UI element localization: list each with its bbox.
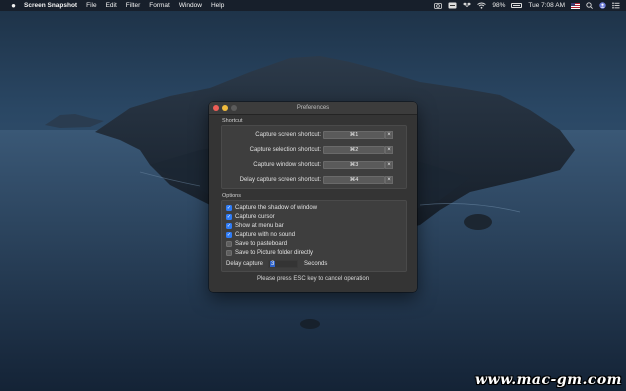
drive-icon[interactable]	[448, 0, 457, 11]
option-label: Show at menu bar	[235, 223, 284, 229]
shortcut-label: Capture window shortcut:	[253, 162, 321, 168]
user-icon[interactable]	[599, 0, 606, 11]
menu-format[interactable]: Format	[149, 0, 170, 11]
shortcut-section-label: Shortcut	[222, 118, 243, 124]
shortcut-label: Capture screen shortcut:	[255, 132, 321, 138]
dropbox-icon[interactable]	[463, 0, 472, 11]
menu-edit[interactable]: Edit	[106, 0, 117, 11]
option-label: Capture the shadow of window	[235, 205, 318, 211]
delay-unit-label: Seconds	[304, 260, 328, 267]
checkbox[interactable]: ✓	[226, 232, 232, 238]
option-no-sound[interactable]: ✓ Capture with no sound	[226, 231, 295, 239]
option-save-picture-folder[interactable]: Save to Picture folder directly	[226, 249, 313, 257]
clear-shortcut-button[interactable]: ×	[385, 176, 393, 184]
checkbox[interactable]: ✓	[226, 214, 232, 220]
option-save-pasteboard[interactable]: Save to pasteboard	[226, 240, 287, 248]
option-show-menu-bar[interactable]: ✓ Show at menu bar	[226, 222, 284, 230]
checkbox[interactable]: ✓	[226, 205, 232, 211]
shortcut-row-delay: Delay capture screen shortcut: ⌘4 ×	[222, 176, 408, 185]
shortcut-label: Capture selection shortcut:	[249, 147, 321, 153]
shortcut-group: Capture screen shortcut: ⌘1 × Capture se…	[221, 125, 407, 189]
battery-icon[interactable]	[511, 0, 523, 11]
option-label: Save to Picture folder directly	[235, 250, 314, 256]
preferences-window: Preferences Shortcut Capture screen shor…	[209, 102, 417, 292]
clear-shortcut-button[interactable]: ×	[385, 131, 393, 139]
option-label: Save to pasteboard	[235, 241, 288, 247]
esc-hint-text: Please press ESC key to cancel operation	[256, 276, 370, 282]
battery-percent: 98%	[492, 2, 506, 9]
watermark: www.mac-gm.com	[475, 372, 622, 388]
us-flag-icon[interactable]	[571, 0, 580, 11]
status-tray: 98% Tue 7:08 AM	[434, 0, 620, 11]
checkbox[interactable]	[226, 241, 232, 247]
menu-file[interactable]: File	[86, 0, 96, 11]
shortcut-row-window: Capture window shortcut: ⌘3 ×	[222, 161, 408, 170]
menu-app-name[interactable]: Screen Snapshot	[24, 0, 77, 11]
window-title: Preferences	[296, 105, 330, 111]
clear-shortcut-button[interactable]: ×	[385, 146, 393, 154]
delay-capture-label: Delay capture	[226, 260, 264, 267]
menu-help[interactable]: Help	[211, 0, 224, 11]
option-capture-cursor[interactable]: ✓ Capture cursor	[226, 213, 275, 221]
spotlight-search-icon[interactable]	[586, 0, 593, 11]
option-capture-shadow[interactable]: ✓ Capture the shadow of window	[226, 204, 317, 212]
camera-icon[interactable]	[434, 0, 443, 11]
option-label: Capture with no sound	[235, 232, 296, 238]
shortcut-recorder-field[interactable]: ⌘1	[323, 131, 385, 139]
menu-bar: ● Screen Snapshot File Edit Filter Forma…	[0, 0, 626, 11]
shortcut-recorder-field[interactable]: ⌘2	[323, 146, 385, 154]
menu-window[interactable]: Window	[179, 0, 202, 11]
shortcut-label: Delay capture screen shortcut:	[239, 177, 321, 183]
menu-filter[interactable]: Filter	[126, 0, 140, 11]
apple-icon[interactable]: ●	[9, 0, 18, 11]
shortcut-row-screen: Capture screen shortcut: ⌘1 ×	[222, 131, 408, 140]
clock[interactable]: Tue 7:08 AM	[528, 0, 565, 11]
options-group: ✓ Capture the shadow of window ✓ Capture…	[221, 200, 407, 272]
delay-seconds-value: 3	[270, 260, 276, 267]
options-section-label: Options	[222, 193, 241, 199]
delay-capture-row: Delay capture 3 Seconds	[226, 259, 327, 268]
shortcut-recorder-field[interactable]: ⌘4	[323, 176, 385, 184]
checkbox[interactable]: ✓	[226, 223, 232, 229]
window-titlebar[interactable]: Preferences	[209, 102, 417, 115]
shortcut-recorder-field[interactable]: ⌘3	[323, 161, 385, 169]
checkbox[interactable]	[226, 250, 232, 256]
wifi-icon[interactable]	[477, 0, 487, 11]
delay-seconds-input[interactable]: 3	[268, 259, 299, 268]
option-label: Capture cursor	[235, 214, 275, 220]
shortcut-row-selection: Capture selection shortcut: ⌘2 ×	[222, 146, 408, 155]
clear-shortcut-button[interactable]: ×	[385, 161, 393, 169]
notification-center-icon[interactable]	[612, 0, 620, 11]
